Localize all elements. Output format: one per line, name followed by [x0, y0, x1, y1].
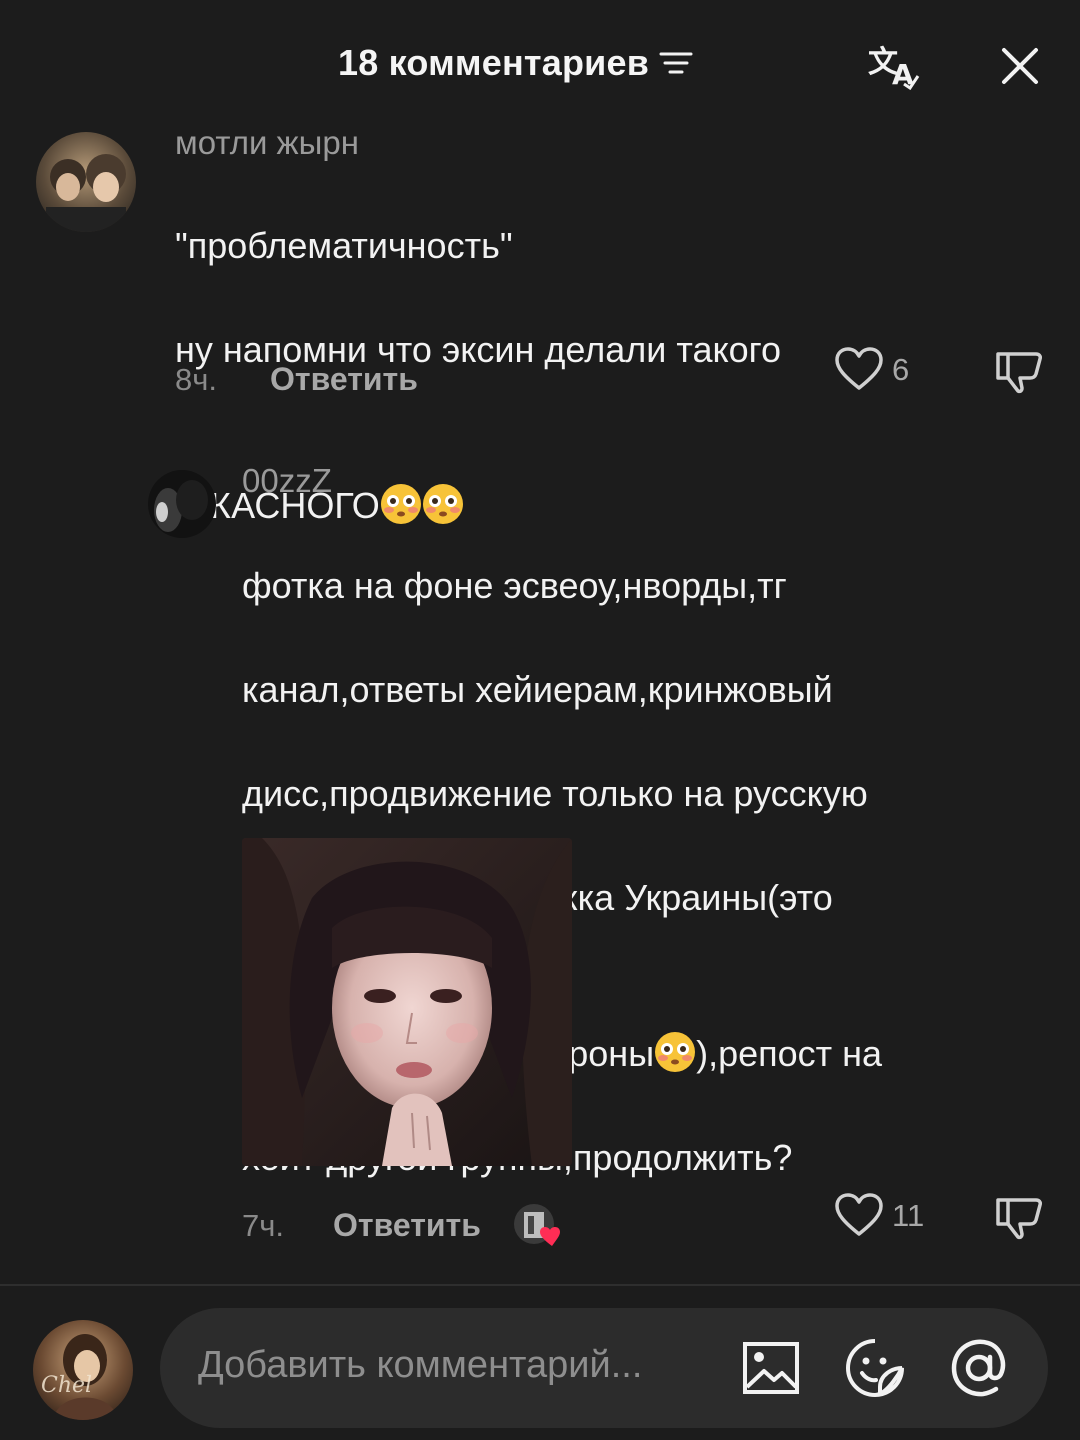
sort-comments-control[interactable]: 18 комментариев: [338, 42, 693, 84]
divider: [0, 1284, 1080, 1286]
comment-username[interactable]: 00zzZ: [242, 462, 332, 500]
reply-button[interactable]: Ответить: [270, 361, 418, 398]
comment-text-line: "проблематичность": [175, 225, 513, 266]
comment-text-line: канал,ответы хейиерам,кринжовый: [242, 669, 833, 710]
close-icon[interactable]: [998, 44, 1042, 88]
comments-count-title: 18 комментариев: [338, 42, 650, 83]
svg-text:Chel: Chel: [41, 1373, 92, 1398]
sticker-icon[interactable]: [844, 1337, 906, 1399]
dislike-icon[interactable]: [994, 346, 1044, 394]
comment-time: 7ч.: [242, 1208, 285, 1243]
translate-icon[interactable]: 文 A: [866, 40, 922, 90]
like-count: 6: [892, 352, 910, 387]
like-count: 11: [892, 1198, 925, 1233]
creator-liked-avatar-icon: [514, 1204, 560, 1246]
heart-icon[interactable]: [834, 1192, 884, 1238]
avatar[interactable]: [148, 470, 216, 538]
comment-text-line: дисс,продвижение только на русскую: [242, 773, 868, 814]
comment-time: 8ч.: [175, 362, 218, 397]
reply-button[interactable]: Ответить: [333, 1207, 481, 1244]
comment-input[interactable]: Добавить комментарий...: [160, 1308, 1048, 1428]
comment-text-span: ),репост на: [696, 1033, 883, 1074]
sort-lines-icon[interactable]: [659, 48, 693, 78]
at-mention-icon[interactable]: [948, 1337, 1010, 1399]
comment-input-placeholder: Добавить комментарий...: [198, 1344, 643, 1386]
image-icon[interactable]: [740, 1337, 802, 1399]
comment-text-line: фотка на фоне эсвеоу,нворды,тг: [242, 565, 787, 606]
avatar[interactable]: [36, 132, 136, 232]
comments-sheet: 18 комментариев 文 A мотли жырн "проблема…: [0, 0, 1080, 1440]
comments-header: 18 комментариев 文 A: [0, 0, 1080, 130]
flushed-face-emoji-icon: [655, 1032, 696, 1072]
dislike-icon[interactable]: [994, 1192, 1044, 1240]
heart-icon[interactable]: [834, 346, 884, 392]
attached-photo[interactable]: [242, 838, 572, 1166]
comment-username[interactable]: мотли жырн: [175, 124, 359, 162]
current-user-avatar[interactable]: Chel: [33, 1320, 133, 1420]
